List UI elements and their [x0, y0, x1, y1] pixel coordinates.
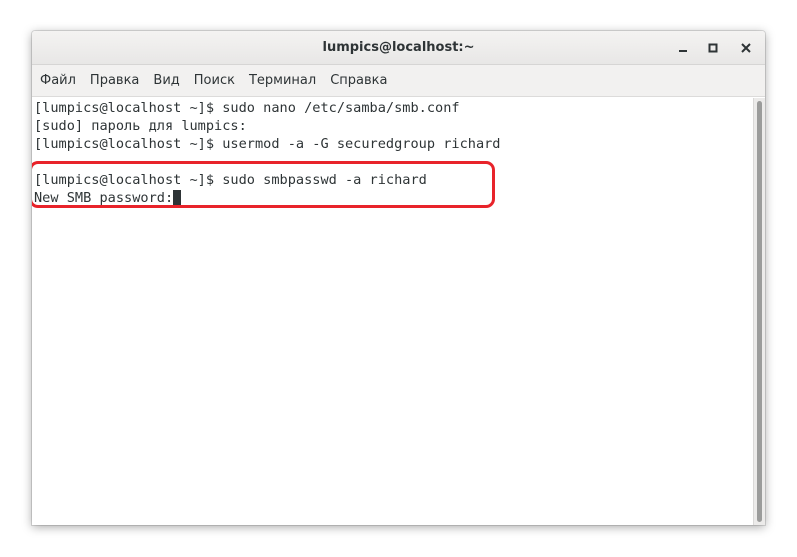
terminal-window: lumpics@localhost:~ Файл Правка Вид Поис…: [32, 31, 765, 525]
highlight-frame: [32, 161, 495, 208]
minimize-button[interactable]: [672, 37, 694, 59]
terminal-output[interactable]: [lumpics@localhost ~]$ sudo nano /etc/sa…: [32, 98, 753, 525]
close-button[interactable]: [735, 37, 757, 59]
minimize-icon: [679, 50, 687, 52]
menu-view[interactable]: Вид: [146, 65, 186, 97]
maximize-button[interactable]: [702, 37, 724, 59]
vertical-scrollbar[interactable]: [753, 98, 765, 525]
scrollbar-thumb[interactable]: [757, 101, 762, 522]
menu-file[interactable]: Файл: [33, 65, 83, 97]
menu-bar: Файл Правка Вид Поиск Терминал Справка: [32, 65, 765, 97]
menu-terminal[interactable]: Терминал: [242, 65, 323, 97]
terminal-line: [lumpics@localhost ~]$ sudo nano /etc/sa…: [34, 100, 460, 116]
terminal-line: [lumpics@localhost ~]$ usermod -a -G sec…: [34, 136, 501, 152]
window-title: lumpics@localhost:~: [322, 40, 475, 55]
terminal-line: [sudo] пароль для lumpics:: [34, 118, 247, 134]
menu-help[interactable]: Справка: [323, 65, 394, 97]
menu-search[interactable]: Поиск: [187, 65, 242, 97]
menu-edit[interactable]: Правка: [83, 65, 146, 97]
title-bar[interactable]: lumpics@localhost:~: [32, 31, 765, 65]
maximize-icon: [708, 43, 718, 53]
close-icon: [741, 43, 751, 53]
